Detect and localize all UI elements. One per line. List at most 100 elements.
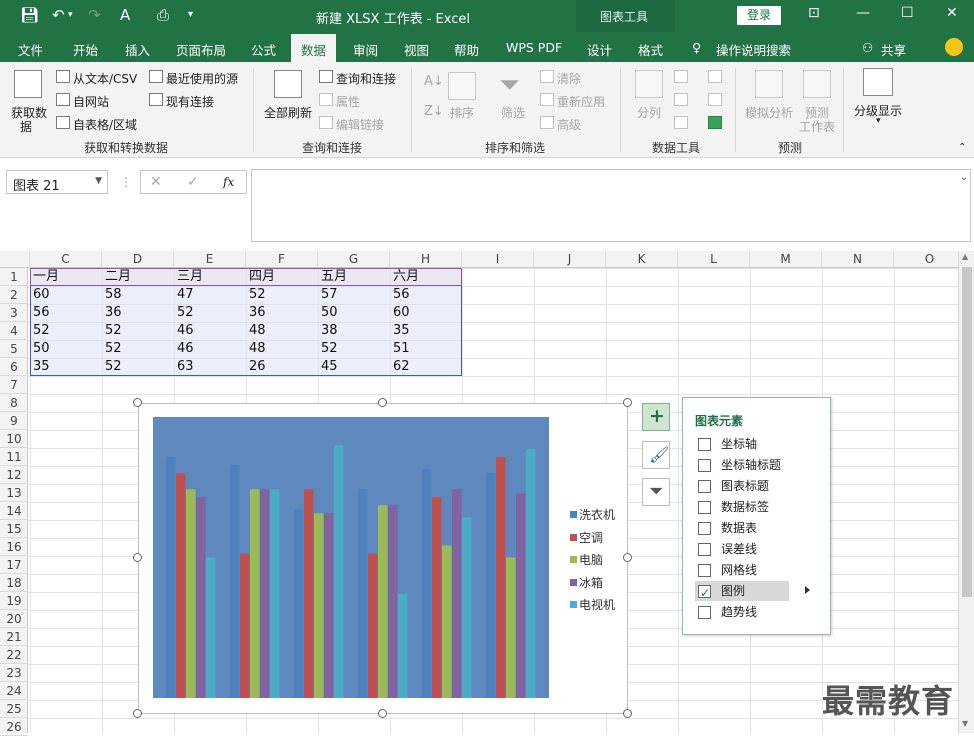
- bar-电视机-四月[interactable]: [398, 593, 408, 698]
- row-header-24[interactable]: 24: [0, 682, 28, 700]
- bar-电视机-三月[interactable]: [334, 445, 344, 698]
- insert-function-icon[interactable]: fx: [223, 175, 234, 189]
- table-cell[interactable]: 35: [30, 358, 102, 376]
- minimize-icon[interactable]: —: [856, 5, 870, 21]
- outline-icon[interactable]: [863, 68, 893, 96]
- table-cell[interactable]: 52: [102, 340, 174, 358]
- checkbox[interactable]: [698, 543, 711, 556]
- checkbox[interactable]: [698, 480, 711, 493]
- bar-电脑-三月[interactable]: [314, 513, 324, 698]
- login-button[interactable]: 登录: [737, 6, 781, 25]
- table-cell[interactable]: 57: [318, 286, 390, 304]
- row-header-23[interactable]: 23: [0, 664, 28, 682]
- column-header-H[interactable]: H: [390, 251, 462, 268]
- bar-洗衣机-二月[interactable]: [230, 465, 240, 698]
- resize-handle[interactable]: [133, 553, 142, 562]
- table-cell[interactable]: 63: [174, 358, 246, 376]
- bar-冰箱-三月[interactable]: [324, 513, 334, 698]
- chart-element-option[interactable]: 趋势线: [695, 602, 789, 622]
- ribbon-display-icon[interactable]: ⊡: [808, 5, 820, 21]
- name-box-value[interactable]: 图表 21: [13, 179, 60, 194]
- bar-空调-一月[interactable]: [176, 473, 186, 698]
- row-header-7[interactable]: 7: [0, 376, 28, 394]
- share-button[interactable]: 共享: [881, 40, 906, 59]
- row-header-6[interactable]: 6: [0, 358, 28, 376]
- table-header-cell[interactable]: 四月: [246, 268, 318, 286]
- maximize-icon[interactable]: ☐: [901, 5, 914, 21]
- row-header-5[interactable]: 5: [0, 340, 28, 358]
- column-header-N[interactable]: N: [822, 251, 894, 268]
- checkbox[interactable]: [698, 564, 711, 577]
- resize-handle[interactable]: [133, 398, 142, 407]
- column-header-J[interactable]: J: [534, 251, 606, 268]
- column-header-G[interactable]: G: [318, 251, 390, 268]
- from-table-button[interactable]: 自表格/区域: [73, 116, 137, 133]
- save-icon[interactable]: 💾︎: [20, 6, 39, 24]
- row-header-14[interactable]: 14: [0, 502, 28, 520]
- bar-空调-二月[interactable]: [240, 553, 250, 699]
- resize-handle[interactable]: [623, 553, 632, 562]
- undo-icon[interactable]: ↶: [52, 6, 65, 24]
- tab-format[interactable]: 格式: [638, 40, 663, 59]
- close-icon[interactable]: ✕: [946, 5, 958, 21]
- legend-item[interactable]: 电视机: [570, 596, 615, 613]
- table-cell[interactable]: 52: [102, 322, 174, 340]
- table-header-cell[interactable]: 三月: [174, 268, 246, 286]
- resize-handle[interactable]: [378, 398, 387, 407]
- table-cell[interactable]: 52: [30, 322, 102, 340]
- bar-冰箱-二月[interactable]: [260, 489, 270, 698]
- tab-data[interactable]: 数据: [291, 34, 337, 62]
- table-cell[interactable]: 52: [102, 358, 174, 376]
- chart-element-option[interactable]: 图例: [695, 581, 789, 603]
- scrollbar-thumb[interactable]: [962, 267, 972, 597]
- row-header-16[interactable]: 16: [0, 538, 28, 556]
- table-cell[interactable]: 51: [390, 340, 462, 358]
- bar-电脑-六月[interactable]: [506, 557, 516, 699]
- table-cell[interactable]: 50: [30, 340, 102, 358]
- table-header-cell[interactable]: 五月: [318, 268, 390, 286]
- bar-电脑-一月[interactable]: [186, 489, 196, 698]
- table-cell[interactable]: 46: [174, 340, 246, 358]
- print-preview-icon[interactable]: ⎙: [157, 6, 169, 24]
- row-header-10[interactable]: 10: [0, 430, 28, 448]
- row-header-11[interactable]: 11: [0, 448, 28, 466]
- table-cell[interactable]: 52: [174, 304, 246, 322]
- column-header-M[interactable]: M: [750, 251, 822, 268]
- plot-area[interactable]: [153, 417, 549, 698]
- legend-item[interactable]: 空调: [570, 529, 603, 546]
- resize-handle[interactable]: [623, 398, 632, 407]
- tab-file[interactable]: 文件: [18, 40, 43, 59]
- from-text-csv-button[interactable]: 从文本/CSV: [73, 70, 137, 87]
- bar-洗衣机-五月[interactable]: [422, 469, 432, 698]
- bar-电视机-二月[interactable]: [270, 489, 280, 698]
- bar-电脑-二月[interactable]: [250, 489, 260, 698]
- name-box[interactable]: 图表 21 ▼: [6, 170, 108, 194]
- chart-elements-button[interactable]: +: [642, 403, 670, 431]
- row-header-8[interactable]: 8: [0, 394, 28, 412]
- existing-connections-button[interactable]: 现有连接: [166, 93, 214, 110]
- column-header-I[interactable]: I: [462, 251, 534, 268]
- bar-电视机-一月[interactable]: [206, 557, 216, 699]
- legend-item[interactable]: 洗衣机: [570, 506, 615, 523]
- customize-qat-icon[interactable]: ▾: [188, 9, 193, 20]
- column-header-L[interactable]: L: [678, 251, 750, 268]
- table-cell[interactable]: 52: [246, 286, 318, 304]
- checkbox[interactable]: [698, 459, 711, 472]
- tab-insert[interactable]: 插入: [125, 40, 150, 59]
- checkbox[interactable]: [698, 606, 711, 619]
- table-cell[interactable]: 46: [174, 322, 246, 340]
- bar-电视机-六月[interactable]: [526, 449, 536, 698]
- refresh-all-button[interactable]: 全部刷新: [264, 104, 312, 121]
- table-cell[interactable]: 56: [390, 286, 462, 304]
- bar-电视机-五月[interactable]: [462, 517, 472, 698]
- row-header-3[interactable]: 3: [0, 304, 28, 322]
- legend-item[interactable]: 电脑: [570, 551, 603, 568]
- undo-dropdown-icon[interactable]: ▾: [68, 10, 73, 20]
- bar-空调-五月[interactable]: [432, 497, 442, 698]
- row-header-17[interactable]: 17: [0, 556, 28, 574]
- checkbox[interactable]: [698, 583, 711, 603]
- table-cell[interactable]: 47: [174, 286, 246, 304]
- column-header-E[interactable]: E: [174, 251, 246, 268]
- scroll-up-icon[interactable]: ▲: [962, 252, 968, 261]
- checkbox[interactable]: [698, 438, 711, 451]
